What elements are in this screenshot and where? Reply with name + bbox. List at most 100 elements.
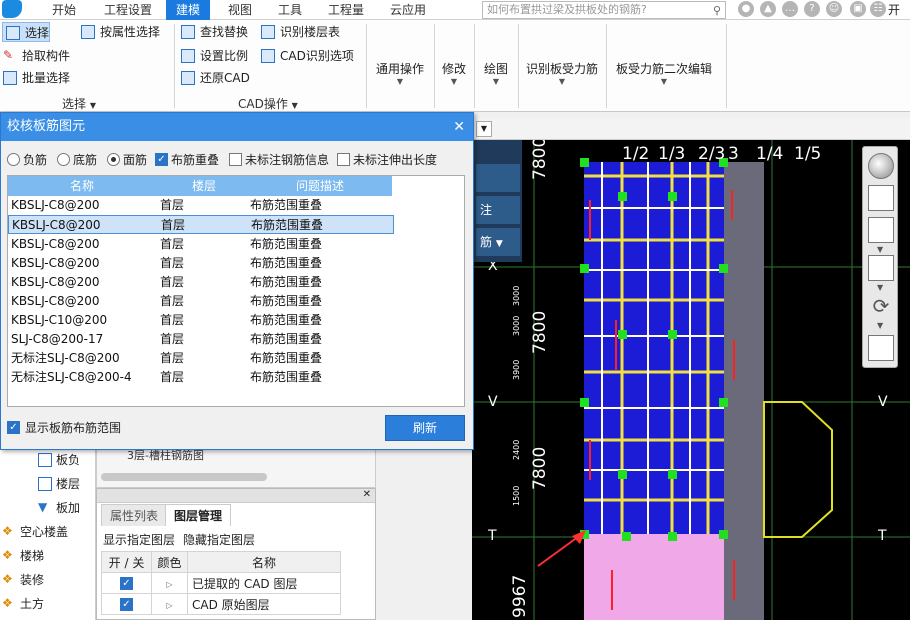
refresh-button[interactable]: 刷新: [385, 415, 465, 441]
list-item[interactable]: KBSLJ-C8@200 首层 布筋范围重叠: [8, 292, 464, 311]
general-ops-button[interactable]: 通用操作 ▼: [376, 60, 424, 87]
tab-property-list[interactable]: 属性列表: [101, 504, 168, 526]
table-row: ✓ ▷ 已提取的 CAD 图层: [101, 572, 341, 594]
column-floor: 楼层: [192, 179, 217, 193]
slab-rebar-edit-button[interactable]: 板受力筋二次编辑 ▼: [616, 60, 712, 87]
show-range-checkbox[interactable]: ✓ 显示板筋布筋范围: [7, 419, 121, 437]
show-layer-link[interactable]: 显示指定图层: [103, 531, 175, 548]
radio-bottom-rebar[interactable]: 底筋: [57, 151, 97, 169]
menu-quantity[interactable]: 工程量: [318, 0, 374, 20]
list-item[interactable]: KBSLJ-C10@200 首层 布筋范围重叠: [8, 311, 464, 330]
cube-face-icon[interactable]: [868, 255, 894, 281]
chevron-down-icon[interactable]: ▼: [877, 245, 883, 254]
tree-item-earthwork[interactable]: ❖ 土方: [0, 594, 44, 614]
checkbox-overlap[interactable]: ✓ 布筋重叠: [155, 151, 219, 169]
bell-icon[interactable]: ▲: [760, 1, 776, 17]
checkbox[interactable]: [229, 153, 242, 166]
globe-icon[interactable]: [868, 153, 894, 179]
panel-button[interactable]: 筋 ▼: [476, 228, 520, 256]
select-button[interactable]: 选择: [2, 22, 50, 42]
menu-start[interactable]: 开始: [42, 0, 86, 20]
menu-project-settings[interactable]: 工程设置: [94, 0, 162, 20]
modify-button[interactable]: 修改 ▼: [442, 60, 466, 87]
floor-dropdown[interactable]: ▼: [476, 121, 492, 137]
menu-modeling[interactable]: 建模: [166, 0, 211, 20]
checkbox-unmarked-extension[interactable]: 未标注伸出长度: [337, 151, 437, 169]
shirt-icon[interactable]: ▣: [850, 1, 866, 17]
list-item[interactable]: SLJ-C8@200-17 首层 布筋范围重叠: [8, 330, 464, 349]
checkbox[interactable]: ✓: [7, 421, 20, 434]
mascot-icon[interactable]: ☺: [826, 1, 842, 17]
help-icon[interactable]: ?: [804, 1, 820, 17]
list-item[interactable]: KBSLJ-C8@200 首层 布筋范围重叠: [8, 196, 464, 215]
tree-item-stairs[interactable]: ❖ 楼梯: [0, 546, 44, 566]
pick-component-button[interactable]: ✎ 拾取构件: [0, 46, 70, 66]
radio-face-rebar[interactable]: 面筋: [107, 151, 147, 169]
expand-icon[interactable]: ▷: [166, 580, 172, 589]
menu-grid-icon[interactable]: ☷: [870, 1, 886, 17]
radio-negative-rebar[interactable]: 负筋: [7, 151, 47, 169]
list-item[interactable]: 无标注SLJ-C8@200 首层 布筋范围重叠: [8, 349, 464, 368]
find-replace-button[interactable]: 查找替换: [178, 22, 248, 42]
tree-item-decoration[interactable]: ❖ 装修: [0, 570, 44, 590]
rotate-icon[interactable]: ⟳: [868, 293, 894, 319]
batch-select-button[interactable]: 批量选择: [0, 68, 70, 88]
axis-label-side: V: [878, 394, 888, 410]
user-icon[interactable]: ●: [738, 1, 754, 17]
restore-cad-button[interactable]: 还原CAD: [178, 68, 250, 88]
list-item[interactable]: KBSLJ-C8@200 首层 布筋范围重叠: [8, 254, 464, 273]
cad-options-button[interactable]: CAD识别选项: [258, 46, 354, 66]
radio-button[interactable]: [57, 153, 70, 166]
chat-icon[interactable]: …: [782, 1, 798, 17]
panel-button[interactable]: 注: [476, 196, 520, 224]
drawing-canvas[interactable]: 1/2 1/3 2/3 3 1/4 1/5 X V T V T 7800 780…: [472, 140, 910, 620]
select-by-attribute-button[interactable]: 按属性选择: [78, 22, 160, 42]
identify-floor-table-button[interactable]: 识别楼层表: [258, 22, 340, 42]
tree-item-floor[interactable]: 楼层: [36, 474, 80, 494]
cube-3d-icon[interactable]: [868, 185, 894, 211]
panel-titlebar: ✕: [97, 489, 375, 503]
layer-toggle-checkbox[interactable]: ✓: [120, 577, 133, 590]
chevron-down-icon[interactable]: ▼: [877, 283, 883, 292]
checkbox[interactable]: [337, 153, 350, 166]
list-item[interactable]: 无标注SLJ-C8@200-4 首层 布筋范围重叠: [8, 368, 464, 387]
draw-button[interactable]: 绘图 ▼: [484, 60, 508, 87]
dimension-label: 3900: [512, 359, 521, 380]
scrollbar[interactable]: [101, 473, 267, 481]
open-label[interactable]: 开: [888, 0, 900, 20]
tree-item-hollow-floor[interactable]: ❖ 空心楼盖: [0, 522, 68, 542]
layer-toggle-checkbox[interactable]: ✓: [120, 598, 133, 611]
menu-view[interactable]: 视图: [218, 0, 262, 20]
layer-grid-icon[interactable]: [868, 335, 894, 361]
checkbox-unmarked-info[interactable]: 未标注钢筋信息: [229, 151, 329, 169]
search-input[interactable]: 如何布置拱过梁及拱板处的钢筋? ⚲: [482, 1, 726, 19]
close-icon[interactable]: ✕: [453, 113, 465, 141]
floating-panel: 注 筋 ▼: [472, 140, 522, 262]
checkbox[interactable]: ✓: [155, 153, 168, 166]
search-icon[interactable]: ⚲: [713, 3, 721, 19]
cad-group-label[interactable]: CAD操作 ▼: [238, 95, 298, 112]
tab-layer-manage[interactable]: 图层管理: [165, 504, 232, 526]
column-name: 名称: [70, 179, 95, 193]
hide-layer-link[interactable]: 隐藏指定图层: [183, 531, 255, 548]
panel-button[interactable]: [476, 164, 520, 192]
list-item-selected[interactable]: KBSLJ-C8@200 首层 布筋范围重叠: [8, 215, 394, 234]
app-logo[interactable]: [0, 0, 26, 20]
radio-button[interactable]: [107, 153, 120, 166]
chevron-down-icon[interactable]: ▼: [877, 321, 883, 330]
expand-icon[interactable]: ▷: [166, 601, 172, 610]
menu-cloud[interactable]: 云应用: [380, 0, 436, 20]
column-issue: 问题描述: [296, 179, 345, 193]
select-group-label[interactable]: 选择 ▼: [62, 95, 96, 112]
list-item[interactable]: KBSLJ-C8@200 首层 布筋范围重叠: [8, 235, 464, 254]
dimension-label: 2400: [512, 439, 521, 460]
cube-view-icon[interactable]: [868, 217, 894, 243]
list-item[interactable]: KBSLJ-C8@200 首层 布筋范围重叠: [8, 273, 464, 292]
tree-item-slab-add[interactable]: ▼ 板加: [36, 498, 80, 518]
radio-button[interactable]: [7, 153, 20, 166]
set-scale-button[interactable]: 设置比例: [178, 46, 248, 66]
identify-slab-rebar-button[interactable]: 识别板受力筋 ▼: [526, 60, 598, 87]
menu-tools[interactable]: 工具: [268, 0, 312, 20]
close-icon[interactable]: ✕: [363, 489, 371, 500]
tree-item-slab-negative[interactable]: 板负: [36, 450, 80, 470]
